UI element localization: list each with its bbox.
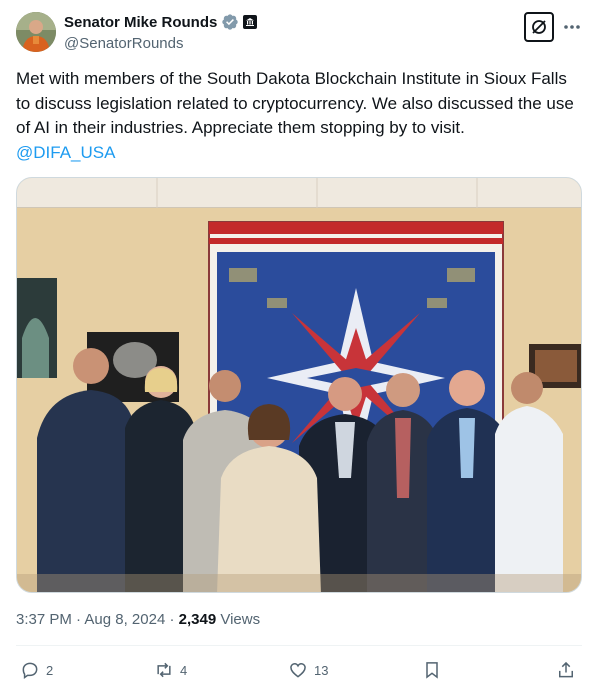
group-photo-image [17,178,581,592]
mention-link[interactable]: @DIFA_USA [16,143,115,162]
tweet-time[interactable]: 3:37 PM [16,611,72,628]
tweet-card: Senator Mike Rounds @SenatorRounds Met w… [0,0,598,694]
reply-button[interactable]: 2 [20,656,53,684]
divider [16,645,582,646]
views-label: Views [220,611,261,628]
more-button[interactable] [562,16,582,38]
like-button[interactable]: 13 [288,656,328,684]
tweet-body: Met with members of the South Dakota Blo… [16,69,574,137]
avatar[interactable] [16,12,56,52]
tweet-date[interactable]: Aug 8, 2024 [84,611,165,628]
grok-button[interactable] [524,12,554,42]
meta-separator: · [76,611,82,628]
government-badge-icon [243,15,258,29]
share-icon [559,661,573,678]
bookmark-button[interactable] [422,656,442,684]
user-handle[interactable]: @SenatorRounds [64,34,257,54]
meta-separator: · [169,611,175,628]
tweet-meta: 3:37 PM · Aug 8, 2024 · 2,349 Views [16,610,260,630]
grok-icon [532,20,546,34]
tweet-photo[interactable] [16,177,582,593]
repost-button[interactable]: 4 [154,656,187,684]
tweet-header: Senator Mike Rounds @SenatorRounds [16,12,582,56]
author-info: Senator Mike Rounds @SenatorRounds [64,12,258,54]
more-icon [564,25,580,29]
share-button[interactable] [556,656,576,684]
bookmark-icon [426,662,438,679]
reply-icon [22,662,38,679]
tweet-text: Met with members of the South Dakota Blo… [16,67,582,165]
verified-badge-icon [221,13,239,31]
like-count: 13 [314,662,329,678]
heart-icon [290,662,306,678]
display-name[interactable]: Senator Mike Rounds [64,14,217,31]
repost-icon [157,662,171,678]
views-count: 2,349 [178,611,217,628]
reply-count: 2 [46,662,54,678]
repost-count: 4 [180,662,188,678]
senator-portrait-avatar [16,12,56,52]
action-bar: 2 4 13 [16,656,582,684]
